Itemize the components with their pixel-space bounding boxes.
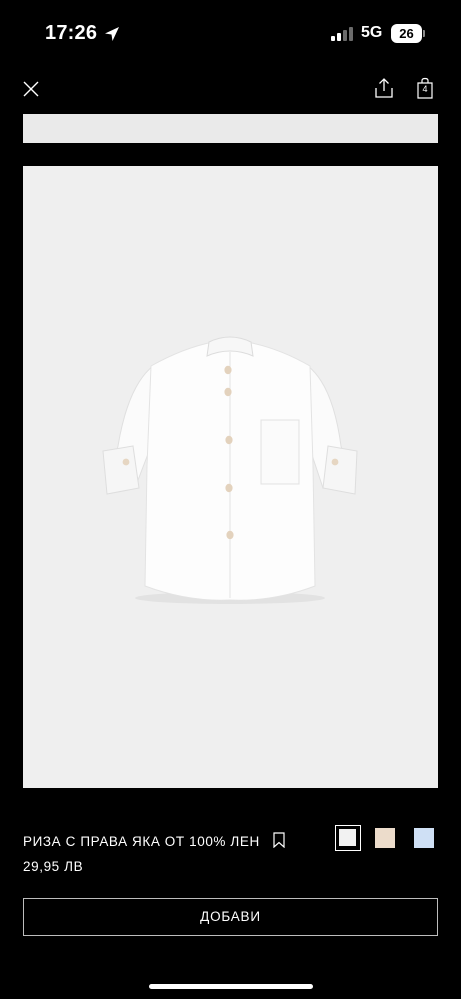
status-time: 17:26 [45, 22, 98, 44]
close-icon[interactable] [21, 79, 41, 99]
product-name: РИЗА С ПРАВА ЯКА ОТ 100% ЛЕН [23, 834, 260, 849]
color-swatch-white-fill [339, 829, 356, 846]
battery-tip [423, 30, 425, 37]
status-bar: 17:26 5G 26 [0, 0, 461, 70]
color-swatch-light-blue[interactable] [414, 828, 434, 848]
color-swatch-beige[interactable] [375, 828, 395, 848]
battery-level: 26 [391, 24, 422, 43]
bag-count-badge: 4 [422, 84, 428, 94]
bookmark-icon[interactable] [272, 832, 286, 848]
cellular-signal-icon [331, 27, 353, 41]
shirt-illustration [102, 336, 358, 604]
previous-product-image[interactable] [23, 114, 438, 143]
network-type: 5G [361, 24, 383, 41]
product-image[interactable] [23, 166, 438, 788]
add-to-cart-button[interactable]: ДОБАВИ [23, 898, 438, 936]
shopping-bag-button[interactable]: 4 [414, 77, 436, 99]
color-swatch-white[interactable] [335, 825, 361, 851]
location-arrow-icon [105, 27, 119, 41]
product-price: 29,95 ЛВ [23, 859, 84, 874]
share-icon[interactable] [372, 76, 396, 100]
home-indicator[interactable] [149, 984, 313, 989]
